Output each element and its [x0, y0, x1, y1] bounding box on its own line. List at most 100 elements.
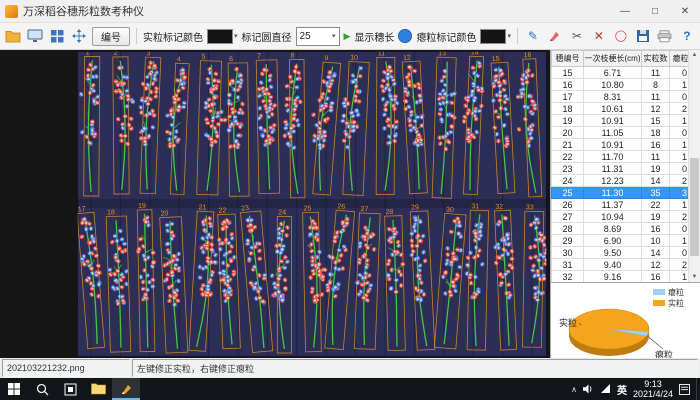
taskbar-spacer [140, 378, 565, 400]
svg-text:7: 7 [257, 53, 261, 60]
task-view-button[interactable] [56, 378, 84, 400]
task-view-icon [64, 383, 77, 396]
svg-text:31: 31 [471, 203, 479, 210]
pencil-icon: ✎ [528, 30, 538, 42]
close-x-icon: ✕ [594, 30, 604, 42]
svg-text:22: 22 [218, 207, 226, 214]
search-button[interactable] [28, 378, 56, 400]
play-icon[interactable]: ▶ [344, 31, 351, 42]
app-window: 万深稻谷穗形粒数考种仪 — □ ✕ 编号 实粒标记颜色 ▾ 标记圆直径 25 [0, 0, 700, 400]
minimize-button[interactable]: — [610, 0, 640, 22]
table-scrollbar[interactable]: ▲ ▼ [688, 50, 700, 282]
folder-icon [5, 30, 21, 43]
volume-icon[interactable] [583, 384, 594, 394]
table-row[interactable]: 2710.94192 [552, 211, 700, 223]
mark-diameter-label: 标记圆直径 [242, 29, 292, 44]
table-row[interactable]: 178.31110 [552, 91, 700, 103]
print-button[interactable] [656, 26, 674, 46]
windows-logo-icon [8, 383, 20, 395]
main-area: 1234567891011121314151617181920212223242… [0, 50, 700, 358]
network-icon[interactable] [600, 384, 611, 394]
svg-text:33: 33 [526, 204, 534, 211]
app-taskbar-button[interactable] [112, 378, 140, 400]
table-row[interactable]: 2110.91161 [552, 139, 700, 151]
grain-table-body: 156.711101610.8081178.311101810.61122191… [552, 67, 700, 284]
tray-date: 2021/4/24 [633, 389, 673, 399]
mark-diameter-select[interactable]: 25 ▾ [296, 27, 340, 46]
help-button[interactable]: ? [678, 26, 696, 46]
svg-text:28: 28 [385, 209, 393, 216]
svg-text:29: 29 [411, 204, 419, 211]
table-row[interactable]: 1810.61122 [552, 103, 700, 115]
mark-diameter-value: 25 [300, 31, 311, 42]
camera-button[interactable] [26, 26, 44, 46]
table-row[interactable]: 288.69160 [552, 223, 700, 235]
tray-expand-icon[interactable]: ∧ [571, 385, 577, 394]
svg-text:17: 17 [78, 206, 86, 214]
show-desktop-button[interactable] [696, 378, 700, 400]
file-explorer-button[interactable] [84, 378, 112, 400]
maximize-button[interactable]: □ [640, 0, 670, 22]
table-row[interactable]: 319.40122 [552, 259, 700, 271]
open-folder-button[interactable] [4, 26, 22, 46]
circle-icon: ◯ [615, 30, 627, 42]
edit-pencil-button[interactable]: ✎ [524, 26, 542, 46]
scissors-icon: ✂ [572, 30, 582, 42]
table-row[interactable]: 2511.30353 [552, 187, 700, 199]
table-row[interactable]: 2211.70111 [552, 151, 700, 163]
empty-color-picker[interactable]: ▾ [480, 29, 511, 44]
svg-text:12: 12 [403, 55, 411, 62]
svg-text:5: 5 [201, 54, 205, 61]
move-button[interactable] [70, 26, 88, 46]
statusbar: 202103221232.png 左键修正实粒，右键修正瘪粒 [0, 358, 700, 378]
help-icon: ? [683, 30, 690, 42]
filled-color-label: 实粒标记颜色 [143, 29, 203, 44]
save-button[interactable] [634, 26, 652, 46]
close-button[interactable]: ✕ [670, 0, 700, 22]
filled-color-picker[interactable]: ▾ [207, 29, 238, 44]
svg-text:21: 21 [198, 204, 206, 211]
table-header-cell: 实粒数 [642, 51, 670, 67]
table-row[interactable]: 2311.31190 [552, 163, 700, 175]
titlebar: 万深稻谷穗形粒数考种仪 — □ ✕ [0, 0, 700, 23]
table-row[interactable]: 337.90130 [552, 283, 700, 284]
window-controls: — □ ✕ [610, 0, 700, 22]
toolbar-separator [517, 28, 518, 44]
svg-text:10: 10 [350, 55, 358, 62]
table-header-cell: 穗编号 [552, 51, 584, 67]
scroll-up-icon[interactable]: ▲ [692, 52, 698, 58]
svg-text:32: 32 [495, 204, 503, 211]
scrollbar-thumb[interactable] [690, 158, 699, 256]
svg-text:16: 16 [523, 52, 531, 59]
taskbar-clock[interactable]: 9:13 2021/4/24 [633, 379, 673, 399]
table-row[interactable]: 2611.37221 [552, 199, 700, 211]
table-row[interactable]: 156.71110 [552, 67, 700, 79]
chevron-down-icon: ▾ [507, 32, 511, 40]
grid-button[interactable] [48, 26, 66, 46]
language-indicator[interactable]: 英 [617, 382, 627, 397]
table-row[interactable]: 2011.05180 [552, 127, 700, 139]
chevron-down-icon: ▾ [234, 32, 238, 40]
table-row[interactable]: 309.50140 [552, 247, 700, 259]
table-row[interactable]: 329.16161 [552, 271, 700, 283]
save-disk-icon [636, 29, 650, 43]
circle-mark-button[interactable]: ◯ [612, 26, 630, 46]
table-row[interactable]: 1910.91151 [552, 115, 700, 127]
table-row[interactable]: 296.90101 [552, 235, 700, 247]
show-length-toggle[interactable] [398, 29, 412, 43]
delete-button[interactable]: ✕ [590, 26, 608, 46]
action-center-icon[interactable] [679, 384, 690, 395]
chevron-down-icon: ▾ [332, 32, 336, 40]
system-tray: ∧ 英 9:13 2021/4/24 [565, 378, 696, 400]
tray-time: 9:13 [633, 379, 673, 389]
panicle-photo[interactable]: 1234567891011121314151617181920212223242… [77, 51, 547, 357]
cut-button[interactable]: ✂ [568, 26, 586, 46]
start-button[interactable] [0, 378, 28, 400]
svg-text:9: 9 [324, 55, 329, 62]
table-row[interactable]: 2412.23142 [552, 175, 700, 187]
table-row[interactable]: 1610.8081 [552, 79, 700, 91]
number-button[interactable]: 编号 [92, 27, 130, 46]
brush-button[interactable] [546, 26, 564, 46]
empty-color-label: 瘪粒标记颜色 [416, 29, 476, 44]
scroll-down-icon[interactable]: ▼ [692, 274, 698, 280]
